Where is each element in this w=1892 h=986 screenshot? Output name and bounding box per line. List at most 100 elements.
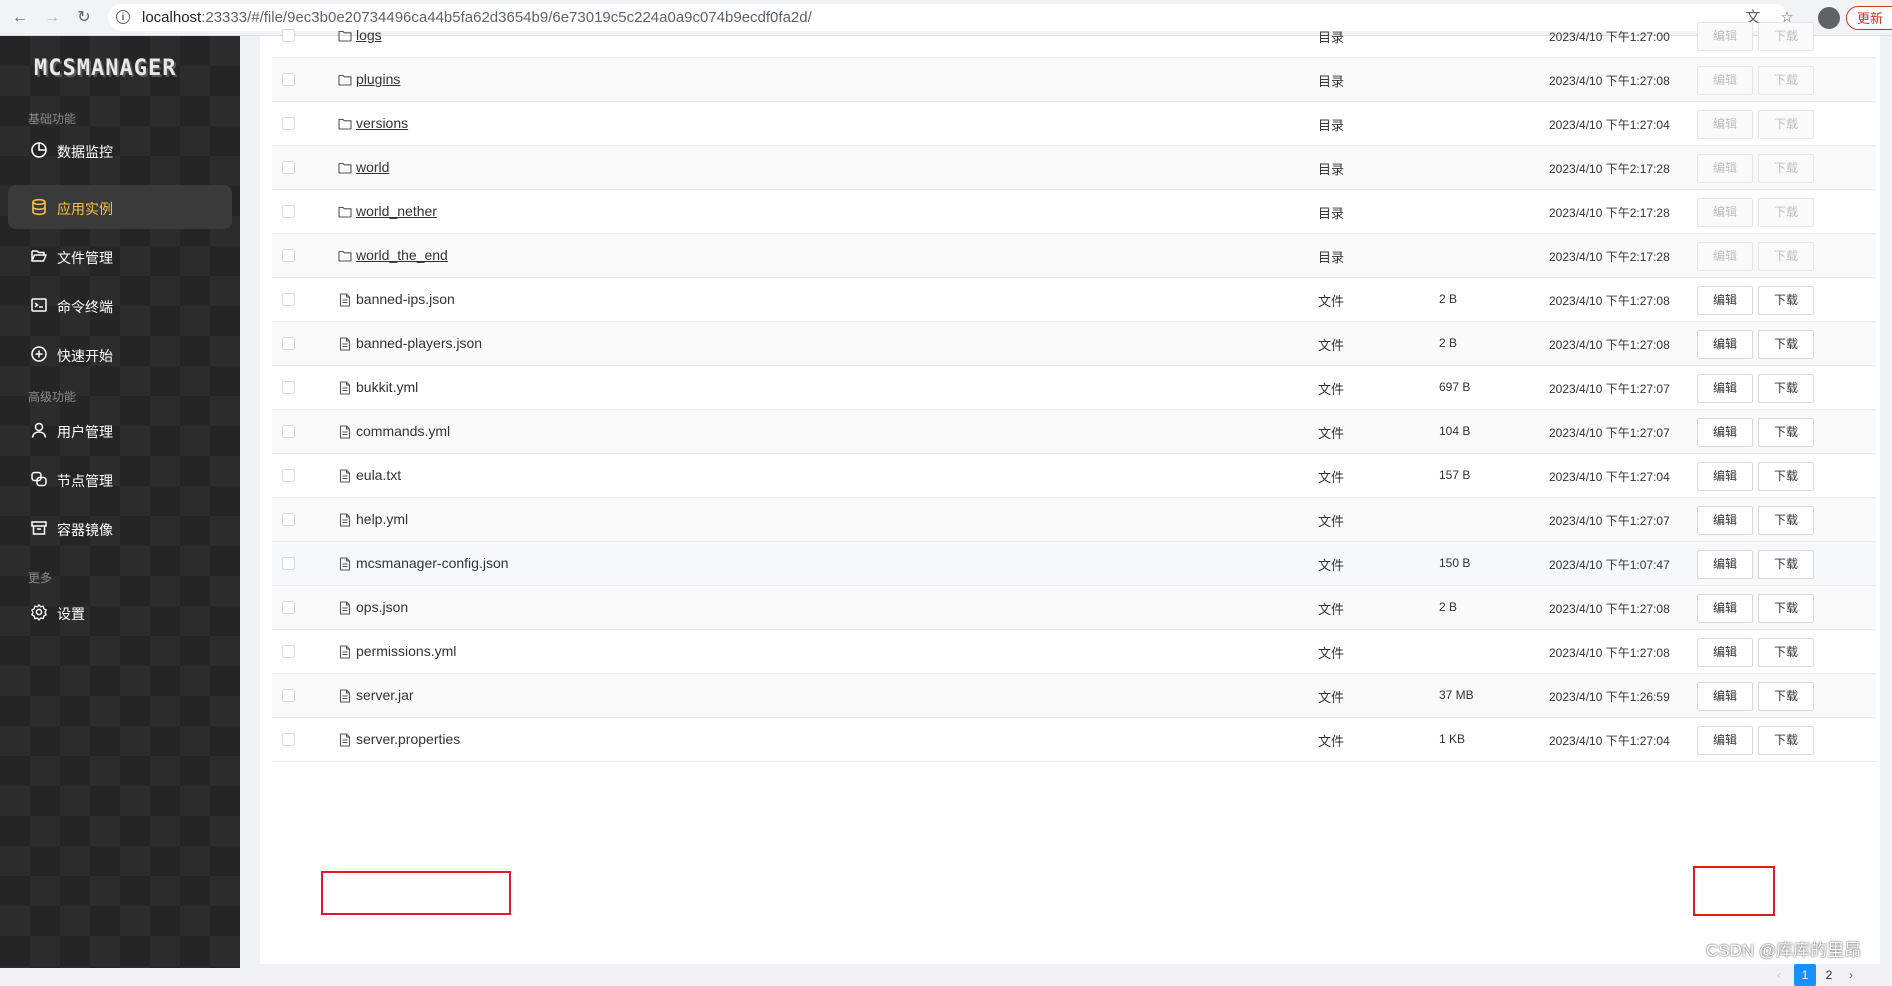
sidebar-item-terminal[interactable]: 命令终端 [8, 283, 232, 327]
file-icon [339, 381, 351, 395]
file-modified-date: 2023/4/10 下午1:27:08 [1549, 74, 1670, 88]
highlight-box-filename [321, 871, 511, 915]
edit-button[interactable]: 编辑 [1697, 418, 1753, 447]
terminal-icon [31, 298, 47, 312]
back-icon[interactable]: ← [10, 8, 30, 28]
row-checkbox[interactable] [282, 557, 295, 570]
pagination-prev[interactable]: ‹ [1770, 964, 1788, 986]
group-title-advanced: 高级功能 [28, 390, 77, 404]
row-checkbox[interactable] [282, 645, 295, 658]
download-button[interactable]: 下载 [1758, 198, 1814, 227]
row-checkbox[interactable] [282, 689, 295, 702]
row-checkbox[interactable] [282, 601, 295, 614]
download-button[interactable]: 下载 [1758, 110, 1814, 139]
file-size: 37 MB [1439, 688, 1474, 702]
row-checkbox[interactable] [282, 337, 295, 350]
database-icon [32, 198, 46, 216]
download-button[interactable]: 下载 [1758, 550, 1814, 579]
download-button[interactable]: 下载 [1758, 594, 1814, 623]
row-checkbox[interactable] [282, 513, 295, 526]
edit-button[interactable]: 编辑 [1697, 374, 1753, 403]
pagination-page-1[interactable]: 1 [1794, 964, 1816, 986]
sidebar-item-dashboard[interactable]: 数据监控 [8, 128, 232, 172]
download-button[interactable]: 下载 [1758, 682, 1814, 711]
file-name[interactable]: versions [356, 115, 408, 131]
edit-button[interactable]: 编辑 [1697, 594, 1753, 623]
edit-button[interactable]: 编辑 [1697, 110, 1753, 139]
download-button[interactable]: 下载 [1758, 726, 1814, 755]
edit-button[interactable]: 编辑 [1697, 682, 1753, 711]
dashboard-icon [31, 142, 47, 158]
download-button[interactable]: 下载 [1758, 66, 1814, 95]
forward-icon[interactable]: → [42, 8, 62, 28]
table-row: versions 目录 2023/4/10 下午1:27:04 编辑 下载 [272, 102, 1876, 146]
download-button[interactable]: 下载 [1758, 638, 1814, 667]
file-modified-date: 2023/4/10 下午2:17:28 [1549, 250, 1670, 264]
file-name[interactable]: plugins [356, 71, 400, 87]
file-type: 文件 [1318, 602, 1345, 617]
file-icon [339, 293, 351, 307]
download-button[interactable]: 下载 [1758, 286, 1814, 315]
file-name[interactable]: world_nether [356, 203, 437, 219]
edit-button[interactable]: 编辑 [1697, 506, 1753, 535]
row-checkbox[interactable] [282, 733, 295, 746]
row-checkbox[interactable] [282, 161, 295, 174]
file-name: permissions.yml [356, 643, 457, 659]
file-name: server.jar [356, 687, 414, 703]
download-button[interactable]: 下载 [1758, 374, 1814, 403]
file-type: 目录 [1318, 30, 1345, 45]
file-name: banned-ips.json [356, 291, 455, 307]
highlight-box-edit [1693, 866, 1775, 916]
row-checkbox[interactable] [282, 425, 295, 438]
row-checkbox[interactable] [282, 117, 295, 130]
download-button[interactable]: 下载 [1758, 330, 1814, 359]
row-checkbox[interactable] [282, 293, 295, 306]
sidebar-item-files[interactable]: 文件管理 [8, 234, 232, 278]
row-checkbox[interactable] [282, 469, 295, 482]
edit-button[interactable]: 编辑 [1697, 638, 1753, 667]
table-row: world_nether 目录 2023/4/10 下午2:17:28 编辑 下载 [272, 190, 1876, 234]
sidebar-item-containers[interactable]: 容器镜像 [8, 506, 232, 550]
folder-open-icon [31, 250, 47, 262]
table-row: world_the_end 目录 2023/4/10 下午2:17:28 编辑 下载 [272, 234, 1876, 278]
download-button[interactable]: 下载 [1758, 418, 1814, 447]
row-checkbox[interactable] [282, 381, 295, 394]
download-button[interactable]: 下载 [1758, 462, 1814, 491]
download-button[interactable]: 下载 [1758, 242, 1814, 271]
download-button[interactable]: 下载 [1758, 22, 1814, 51]
row-checkbox[interactable] [282, 205, 295, 218]
site-info-icon[interactable]: i [116, 10, 130, 24]
file-name[interactable]: world_the_end [356, 247, 448, 263]
edit-button[interactable]: 编辑 [1697, 154, 1753, 183]
edit-button[interactable]: 编辑 [1697, 726, 1753, 755]
table-row: logs 目录 2023/4/10 下午1:27:00 编辑 下载 [272, 14, 1876, 58]
edit-button[interactable]: 编辑 [1697, 66, 1753, 95]
download-button[interactable]: 下载 [1758, 154, 1814, 183]
file-type: 文件 [1318, 382, 1345, 397]
sidebar-item-quickstart[interactable]: 快速开始 [8, 332, 232, 376]
sidebar-item-users[interactable]: 用户管理 [8, 408, 232, 452]
row-checkbox[interactable] [282, 249, 295, 262]
sidebar-item-instances[interactable]: 应用实例 [8, 185, 232, 229]
app-logo: MCSMANAGER [34, 56, 177, 81]
sidebar-item-label: 用户管理 [57, 424, 113, 440]
row-checkbox[interactable] [282, 29, 295, 42]
file-modified-date: 2023/4/10 下午1:27:08 [1549, 602, 1670, 616]
file-name[interactable]: logs [356, 27, 382, 43]
file-modified-date: 2023/4/10 下午1:07:47 [1549, 558, 1670, 572]
sidebar-item-settings[interactable]: 设置 [8, 590, 232, 634]
edit-button[interactable]: 编辑 [1697, 242, 1753, 271]
pagination-next[interactable]: › [1842, 964, 1860, 986]
edit-button[interactable]: 编辑 [1697, 330, 1753, 359]
row-checkbox[interactable] [282, 73, 295, 86]
edit-button[interactable]: 编辑 [1697, 286, 1753, 315]
edit-button[interactable]: 编辑 [1697, 462, 1753, 491]
edit-button[interactable]: 编辑 [1697, 22, 1753, 51]
sidebar-item-nodes[interactable]: 节点管理 [8, 457, 232, 501]
edit-button[interactable]: 编辑 [1697, 198, 1753, 227]
download-button[interactable]: 下载 [1758, 506, 1814, 535]
edit-button[interactable]: 编辑 [1697, 550, 1753, 579]
reload-icon[interactable]: ↻ [74, 8, 94, 28]
file-name[interactable]: world [356, 159, 389, 175]
pagination-page-2[interactable]: 2 [1820, 964, 1838, 986]
